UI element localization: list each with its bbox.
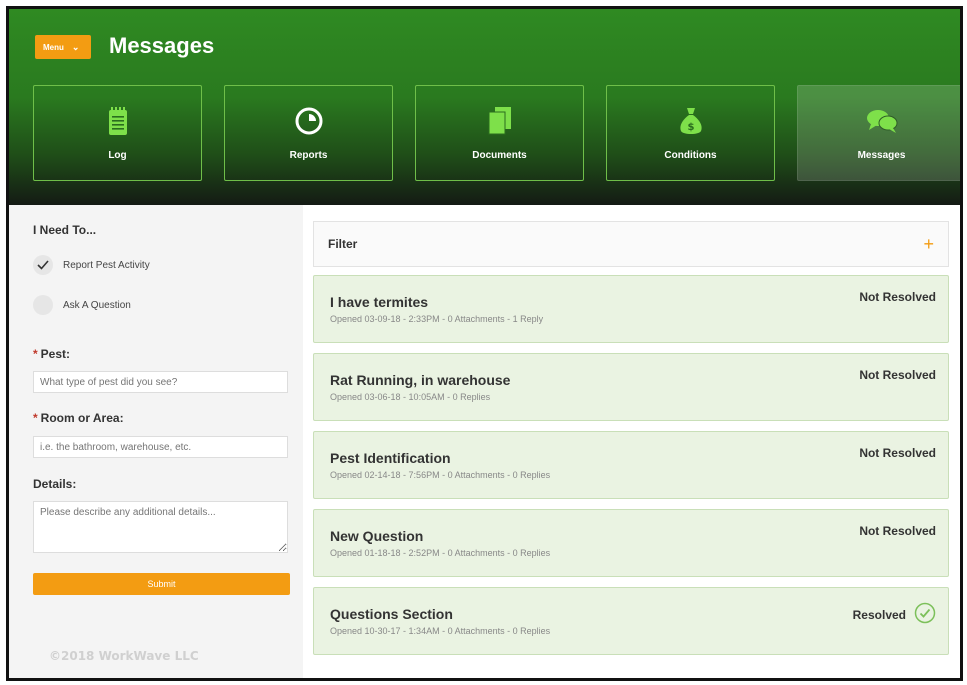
option-label: Report Pest Activity (63, 259, 150, 271)
message-meta: Opened 10-30-17 - 1:34AM - 0 Attachments… (330, 626, 551, 636)
room-input[interactable] (33, 436, 288, 458)
new-message-form: I Need To... Report Pest Activity Ask A … (9, 205, 303, 678)
app-header: Menu ⌄ Messages Log Reports Documents $ … (9, 9, 960, 205)
message-item[interactable]: New Question Opened 01-18-18 - 2:52PM - … (313, 509, 949, 577)
message-title: Rat Running, in warehouse (330, 372, 511, 388)
option-ask-a-question[interactable]: Ask A Question (33, 295, 131, 315)
money-bag-icon: $ (678, 106, 704, 136)
form-heading: I Need To... (33, 223, 97, 237)
status-badge: Not Resolved (859, 524, 936, 538)
tile-reports-label: Reports (289, 149, 328, 161)
message-item[interactable]: Pest Identification Opened 02-14-18 - 7:… (313, 431, 949, 499)
chevron-down-icon: ⌄ (71, 41, 80, 52)
tile-reports[interactable]: Reports (224, 85, 393, 181)
room-label: * Room or Area: (33, 411, 124, 425)
message-title: New Question (330, 528, 424, 544)
status-badge: Not Resolved (859, 446, 936, 460)
message-title: Pest Identification (330, 450, 451, 466)
radio-unchecked-icon (33, 295, 53, 315)
message-title: I have termites (330, 294, 429, 310)
pest-input[interactable] (33, 371, 288, 393)
chat-bubbles-icon (865, 106, 899, 136)
tile-log[interactable]: Log (33, 85, 202, 181)
status-badge: Not Resolved (859, 368, 936, 382)
tile-log-label: Log (108, 149, 127, 161)
filter-label: Filter (328, 237, 358, 251)
message-meta: Opened 01-18-18 - 2:52PM - 0 Attachments… (330, 548, 551, 558)
svg-text:$: $ (687, 122, 694, 133)
details-label: Details: (33, 477, 77, 491)
plus-icon[interactable]: + (923, 234, 934, 255)
filter-bar[interactable]: Filter + (313, 221, 949, 267)
menu-button[interactable]: Menu ⌄ (35, 35, 91, 59)
message-item[interactable]: I have termites Opened 03-09-18 - 2:33PM… (313, 275, 949, 343)
copyright: ©2018 WorkWave LLC (49, 649, 199, 663)
message-meta: Opened 02-14-18 - 7:56PM - 0 Attachments… (330, 470, 551, 480)
submit-button[interactable]: Submit (33, 573, 290, 595)
details-textarea[interactable] (33, 501, 288, 553)
tile-documents[interactable]: Documents (415, 85, 584, 181)
message-item[interactable]: Rat Running, in warehouse Opened 03-06-1… (313, 353, 949, 421)
tile-messages-label: Messages (857, 149, 906, 161)
pest-label: * Pest: (33, 347, 71, 361)
check-circle-icon (914, 602, 936, 627)
tile-conditions-label: Conditions (664, 149, 717, 161)
tile-conditions[interactable]: $ Conditions (606, 85, 775, 181)
message-meta: Opened 03-06-18 - 10:05AM - 0 Replies (330, 392, 491, 402)
page-title: Messages (109, 33, 215, 58)
message-meta: Opened 03-09-18 - 2:33PM - 0 Attachments… (330, 314, 544, 324)
notepad-icon (107, 106, 129, 136)
tile-messages[interactable]: Messages (797, 85, 960, 181)
messages-panel: Filter + I have termites Opened 03-09-18… (303, 205, 960, 678)
nav-tiles: Log Reports Documents $ Conditions Messa… (33, 85, 960, 181)
pie-chart-icon (294, 106, 324, 136)
menu-label: Menu (43, 42, 64, 52)
tile-documents-label: Documents (472, 149, 527, 161)
documents-icon (487, 106, 513, 136)
option-label: Ask A Question (63, 299, 131, 311)
message-title: Questions Section (330, 606, 453, 622)
option-report-pest-activity[interactable]: Report Pest Activity (33, 255, 150, 275)
app-window: Menu ⌄ Messages Log Reports Documents $ … (6, 6, 963, 681)
message-item[interactable]: Questions Section Opened 10-30-17 - 1:34… (313, 587, 949, 655)
checkmark-icon (33, 255, 53, 275)
status-badge: Not Resolved (859, 290, 936, 304)
status-badge: Resolved (853, 602, 936, 627)
